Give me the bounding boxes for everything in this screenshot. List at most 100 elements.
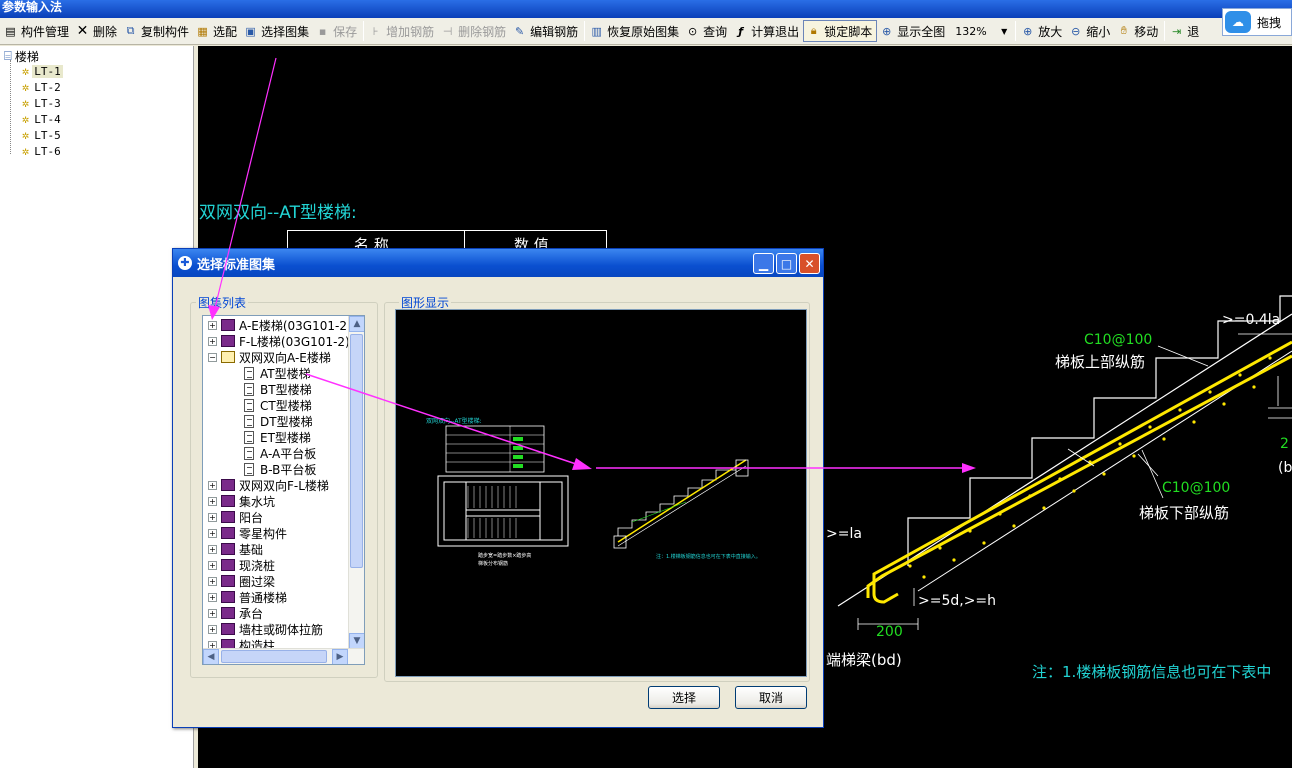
expand-plus-icon: +	[208, 480, 217, 490]
save-button[interactable]: ▪ 保存	[313, 20, 361, 42]
hscroll-thumb[interactable]	[221, 650, 327, 663]
zoom-select[interactable]: 132% ▼	[953, 22, 1009, 40]
atlas-tree-list[interactable]: + A-E楼梯(03G101-2) + F-L楼梯(03G101-2) − 双网双向A…	[202, 315, 365, 665]
restore-atlas-button[interactable]: ▥ 恢复原始图集	[587, 20, 683, 42]
atlas-tree-item[interactable]: + 阳台	[208, 509, 263, 525]
scroll-up-icon[interactable]: ▲	[349, 316, 364, 332]
scroll-left-icon[interactable]: ◀	[203, 649, 219, 664]
copy-icon: ⧉	[126, 24, 135, 37]
book-icon	[221, 511, 235, 523]
expand-plus-icon: +	[208, 320, 217, 330]
fit-view-icon: ⊕	[882, 24, 892, 38]
atlas-tree-item[interactable]: + A-E楼梯(03G101-2)	[208, 317, 352, 333]
tree-item[interactable]: ✲ LT-3	[22, 96, 63, 110]
collapse-minus-icon: −	[208, 352, 217, 362]
select-config-button[interactable]: ▦ 选配	[193, 20, 241, 42]
atlas-tree-item[interactable]: A-A平台板	[244, 445, 316, 461]
atlas-tree-item[interactable]: + 普通楼梯	[208, 589, 287, 605]
atlas-tree-item[interactable]: + 双网双向F-L楼梯	[208, 477, 329, 493]
remove-rebar-button[interactable]: ⊣ 删除钢筋	[438, 20, 510, 42]
select-atlas-dialog: ✚ 选择标准图集 ▁ □ ✕ 图集列表 图形显示 + A-E楼梯(03G101-2…	[172, 248, 824, 728]
preview-bottom-b: 梯板分布钢筋	[478, 561, 509, 567]
vertical-scrollbar[interactable]: ▲ ▼	[348, 316, 364, 650]
atlas-tree-item[interactable]: + 圈过梁	[208, 573, 275, 589]
tree-item[interactable]: ✲ LT-6	[22, 144, 63, 158]
tree-item[interactable]: ✲ LT-2	[22, 80, 63, 94]
atlas-tree-item[interactable]: ET型楼梯	[244, 429, 311, 445]
cloud-icon: ☁︎	[1225, 11, 1251, 33]
canvas-note: 注：1.楼梯板钢筋信息也可在下表中	[1032, 663, 1272, 681]
atlas-tree-item[interactable]: DT型楼梯	[244, 413, 313, 429]
document-icon	[244, 398, 254, 412]
exit-button[interactable]: ⇥ 退	[1167, 20, 1203, 42]
horizontal-scrollbar[interactable]: ◀ ▶	[203, 648, 364, 664]
expand-plus-icon: +	[208, 336, 217, 346]
expand-plus-icon: +	[208, 624, 217, 634]
calc-exit-button[interactable]: ƒ 计算退出	[731, 20, 803, 42]
zoom-in-button[interactable]: ⊕ 放大	[1018, 20, 1066, 42]
add-rebar-button[interactable]: ⊦ 增加钢筋	[366, 20, 438, 42]
close-button[interactable]: ✕	[799, 253, 820, 274]
delete-button[interactable]: ✕ 删除	[73, 20, 121, 42]
atlas-tree-item[interactable]: B-B平台板	[244, 461, 316, 477]
scroll-right-icon[interactable]: ▶	[332, 649, 348, 664]
atlas-tree-item[interactable]: AT型楼梯	[244, 365, 311, 381]
cancel-button[interactable]: 取消	[735, 686, 807, 709]
expand-plus-icon: +	[208, 608, 217, 618]
gear-icon: ✲	[22, 80, 30, 94]
atlas-tree-item[interactable]: BT型楼梯	[244, 381, 312, 397]
main-toolbar: ▤ 构件管理 ✕ 删除 ⧉ 复制构件 ▦ 选配 ▣ 选择图集 ▪ 保存 ⊦ 增加钢筋 ⊣ 删除钢…	[0, 18, 1292, 45]
move-button[interactable]: ✋︎ 移动	[1114, 20, 1162, 42]
select-button[interactable]: 选择	[648, 686, 720, 709]
right-beam-label: (b	[1278, 460, 1292, 476]
gear-icon: ✲	[22, 96, 30, 110]
query-button[interactable]: ⊙ 查询	[683, 20, 731, 42]
book-icon	[221, 591, 235, 603]
minimize-button[interactable]: ▁	[753, 253, 774, 274]
cloud-drag-widget[interactable]: ☁︎ 拖拽	[1222, 8, 1292, 36]
atlas-tree-item[interactable]: CT型楼梯	[244, 397, 312, 413]
select-atlas-button[interactable]: ▣ 选择图集	[241, 20, 313, 42]
select-config-icon: ▦	[197, 24, 208, 38]
preview-bottom-a: 踏步宽=踏步数×踏步高	[478, 553, 532, 559]
atlas-tree-item[interactable]: + 集水坑	[208, 493, 275, 509]
app-title: 参数输入法	[2, 0, 63, 14]
tree-item[interactable]: ✲ LT-5	[22, 128, 63, 142]
lock-icon: 🔒︎	[810, 24, 817, 37]
dropdown-arrow-icon: ▼	[1001, 26, 1008, 36]
bottom-rebar-label: 梯板下部纵筋	[1139, 504, 1230, 522]
gear-icon: ✲	[22, 64, 30, 78]
expand-plus-icon: +	[208, 576, 217, 586]
component-manage-icon: ▤	[5, 24, 16, 38]
component-manage-button[interactable]: ▤ 构件管理	[1, 20, 73, 42]
atlas-tree-item[interactable]: + F-L楼梯(03G101-2)	[208, 333, 350, 349]
tree-item[interactable]: ✲ LT-1	[22, 64, 63, 78]
right-dim-label: 2	[1280, 436, 1289, 452]
gear-icon: ✲	[22, 144, 30, 158]
zoom-out-button[interactable]: ⊖ 缩小	[1066, 20, 1114, 42]
expand-plus-icon: +	[208, 528, 217, 538]
restore-icon: ▥	[591, 24, 602, 38]
atlas-tree-item[interactable]: + 零星构件	[208, 525, 287, 541]
atlas-tree-item[interactable]: + 现浇桩	[208, 557, 275, 573]
exit-icon: ⇥	[1172, 24, 1182, 38]
expand-plus-icon: +	[208, 544, 217, 554]
tree-item[interactable]: ✲ LT-4	[22, 112, 63, 126]
edit-rebar-button[interactable]: ✎ 编辑钢筋	[510, 20, 582, 42]
save-icon: ▪	[318, 24, 327, 38]
scroll-thumb[interactable]	[350, 334, 363, 568]
maximize-button[interactable]: □	[776, 253, 797, 274]
atlas-tree-item[interactable]: + 承台	[208, 605, 263, 621]
scroll-down-icon[interactable]: ▼	[349, 633, 364, 649]
atlas-tree-item[interactable]: + 墙柱或砌体拉筋	[208, 621, 323, 637]
lock-script-button[interactable]: 🔒︎ 锁定脚本	[803, 20, 878, 42]
dialog-title-bar[interactable]: ✚ 选择标准图集 ▁ □ ✕	[173, 249, 823, 277]
preview-note: 注：1.楼梯板钢筋信息也可在下表中直接输入。	[656, 554, 761, 560]
top-rebar-spec: C10@100	[1084, 332, 1153, 348]
delete-x-icon: ✕	[76, 23, 89, 39]
atlas-tree-item[interactable]: − 双网双向A-E楼梯	[208, 349, 331, 365]
fit-view-button[interactable]: ⊕ 显示全图	[877, 20, 949, 42]
copy-component-button[interactable]: ⧉ 复制构件	[121, 20, 193, 42]
atlas-tree-item[interactable]: + 基础	[208, 541, 263, 557]
component-tree: ⌸ 楼梯 ✲ LT-1 ✲ LT-2 ✲ LT-3 ✲ LT-4 ✲ LT-5 ✲ LT-6	[0, 46, 194, 768]
